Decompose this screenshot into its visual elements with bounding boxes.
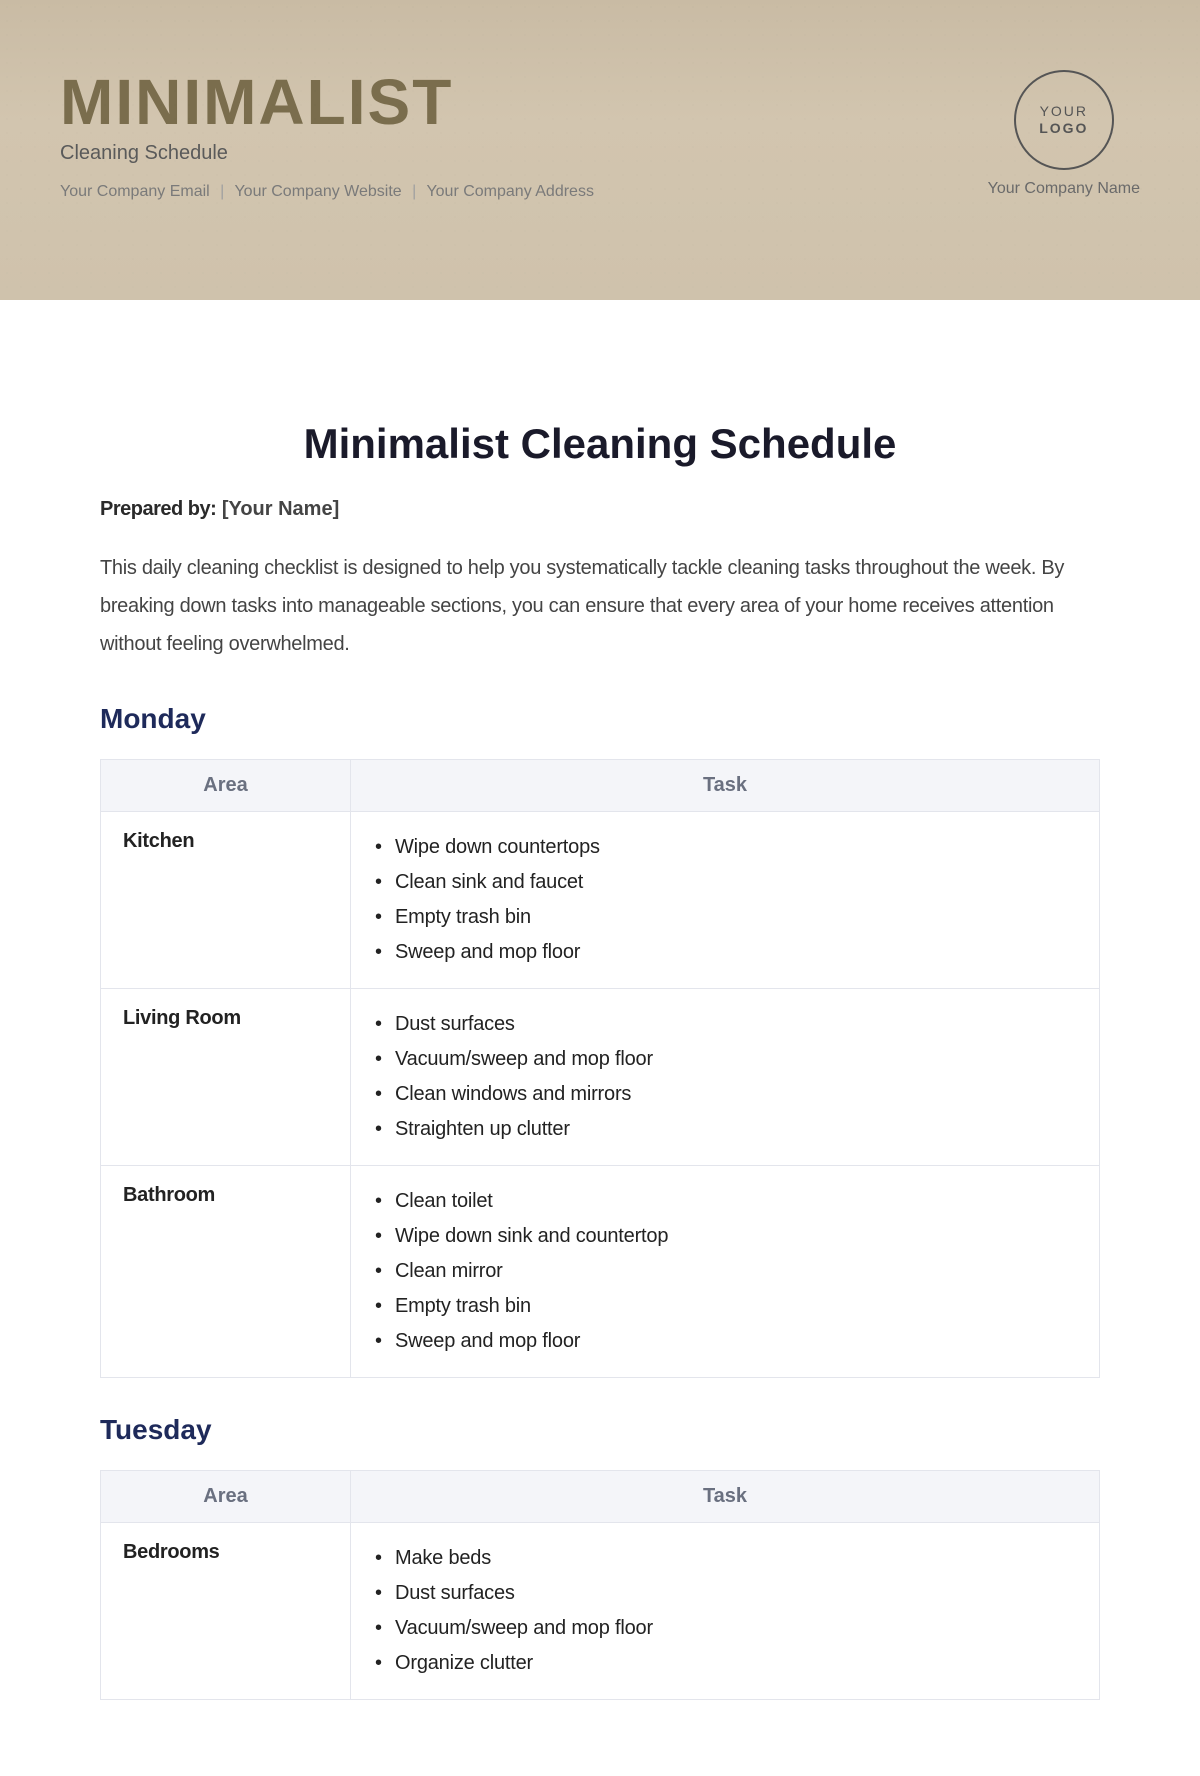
col-header-area: Area <box>101 760 351 812</box>
day-heading: Tuesday <box>100 1414 1100 1446</box>
col-header-area: Area <box>101 1471 351 1523</box>
area-cell: Bedrooms <box>101 1523 351 1700</box>
task-cell: Dust surfacesVacuum/sweep and mop floorC… <box>351 989 1100 1166</box>
task-list: Clean toiletWipe down sink and counterto… <box>373 1184 1077 1359</box>
table-row: KitchenWipe down countertopsClean sink a… <box>101 812 1100 989</box>
banner-website: Your Company Website <box>234 183 401 200</box>
task-item: Empty trash bin <box>373 1289 1077 1324</box>
task-item: Dust surfaces <box>373 1007 1077 1042</box>
logo-line2: LOGO <box>1039 120 1088 137</box>
table-row: Living RoomDust surfacesVacuum/sweep and… <box>101 989 1100 1166</box>
separator-icon: | <box>412 183 416 200</box>
task-item: Straighten up clutter <box>373 1112 1077 1147</box>
schedule-table: AreaTaskKitchenWipe down countertopsClea… <box>100 759 1100 1378</box>
logo-placeholder-icon: YOUR LOGO <box>1014 70 1114 170</box>
task-cell: Make bedsDust surfacesVacuum/sweep and m… <box>351 1523 1100 1700</box>
task-item: Wipe down sink and countertop <box>373 1219 1077 1254</box>
header-banner: MINIMALIST Cleaning Schedule Your Compan… <box>0 0 1200 300</box>
banner-title: MINIMALIST <box>60 70 1140 134</box>
task-list: Wipe down countertopsClean sink and fauc… <box>373 830 1077 970</box>
task-item: Vacuum/sweep and mop floor <box>373 1611 1077 1646</box>
page-title: Minimalist Cleaning Schedule <box>100 420 1100 468</box>
task-item: Clean windows and mirrors <box>373 1077 1077 1112</box>
task-item: Dust surfaces <box>373 1576 1077 1611</box>
banner-contact: Your Company Email | Your Company Websit… <box>60 183 1140 201</box>
task-item: Sweep and mop floor <box>373 935 1077 970</box>
logo-line1: YOUR <box>1040 103 1088 120</box>
separator-icon: | <box>220 183 224 200</box>
area-cell: Kitchen <box>101 812 351 989</box>
table-row: BathroomClean toiletWipe down sink and c… <box>101 1166 1100 1378</box>
task-item: Sweep and mop floor <box>373 1324 1077 1359</box>
day-heading: Monday <box>100 703 1100 735</box>
table-row: BedroomsMake bedsDust surfacesVacuum/swe… <box>101 1523 1100 1700</box>
task-item: Vacuum/sweep and mop floor <box>373 1042 1077 1077</box>
task-cell: Wipe down countertopsClean sink and fauc… <box>351 812 1100 989</box>
prepared-value: [Your Name] <box>222 498 339 520</box>
prepared-by-line: Prepared by: [Your Name] <box>100 498 1100 521</box>
document-body: Minimalist Cleaning Schedule Prepared by… <box>0 300 1200 1776</box>
task-item: Clean mirror <box>373 1254 1077 1289</box>
prepared-label: Prepared by: <box>100 498 216 520</box>
banner-address: Your Company Address <box>426 183 594 200</box>
area-cell: Living Room <box>101 989 351 1166</box>
logo-block: YOUR LOGO Your Company Name <box>988 70 1140 198</box>
task-item: Empty trash bin <box>373 900 1077 935</box>
task-item: Wipe down countertops <box>373 830 1077 865</box>
task-cell: Clean toiletWipe down sink and counterto… <box>351 1166 1100 1378</box>
company-name: Your Company Name <box>988 180 1140 198</box>
col-header-task: Task <box>351 760 1100 812</box>
task-item: Clean sink and faucet <box>373 865 1077 900</box>
intro-paragraph: This daily cleaning checklist is designe… <box>100 549 1100 663</box>
task-list: Dust surfacesVacuum/sweep and mop floorC… <box>373 1007 1077 1147</box>
task-item: Clean toilet <box>373 1184 1077 1219</box>
task-item: Make beds <box>373 1541 1077 1576</box>
schedule-table: AreaTaskBedroomsMake bedsDust surfacesVa… <box>100 1470 1100 1700</box>
banner-subtitle: Cleaning Schedule <box>60 142 1140 165</box>
banner-email: Your Company Email <box>60 183 210 200</box>
area-cell: Bathroom <box>101 1166 351 1378</box>
task-item: Organize clutter <box>373 1646 1077 1681</box>
col-header-task: Task <box>351 1471 1100 1523</box>
task-list: Make bedsDust surfacesVacuum/sweep and m… <box>373 1541 1077 1681</box>
